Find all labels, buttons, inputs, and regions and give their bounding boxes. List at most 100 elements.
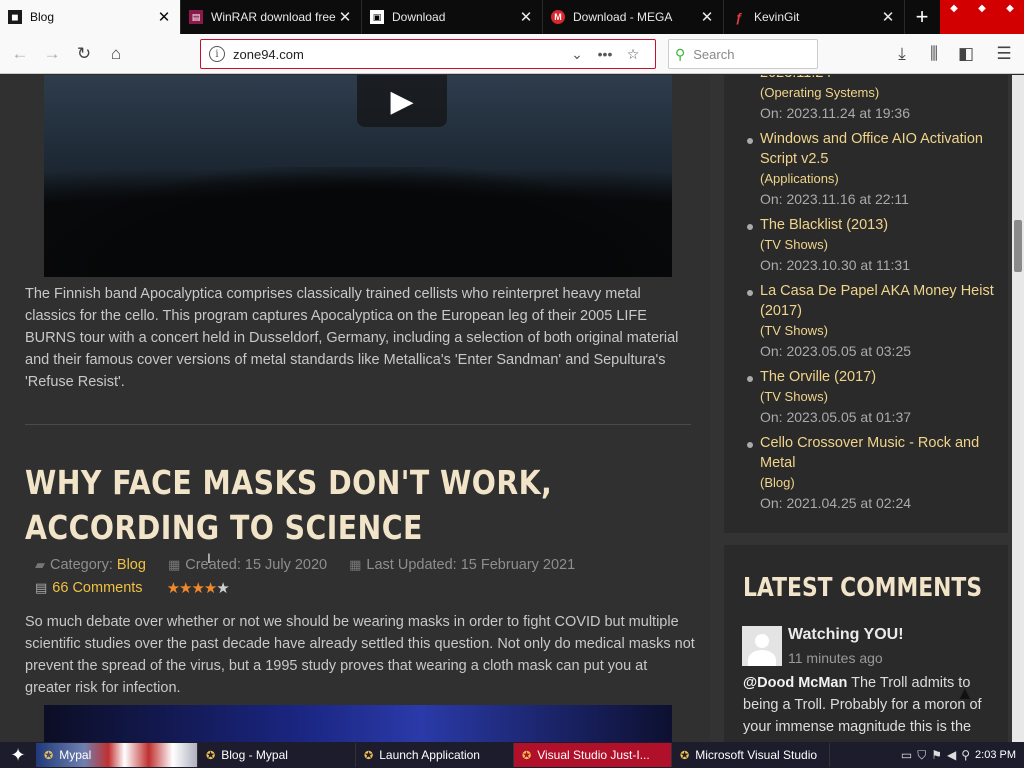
recent-post-item: 2023.11.24(Operating Systems) On: 2023.11… <box>747 75 997 123</box>
start-button[interactable]: ✦ <box>0 742 36 768</box>
new-tab-button[interactable]: + <box>905 0 939 34</box>
updated-date: Last Updated: 15 February 2021 <box>366 557 576 573</box>
tab-winrar[interactable]: ▤ WinRAR download free and ✕ <box>181 0 362 34</box>
comment-text: @Dood McMan The Troll admits to being a … <box>743 672 993 738</box>
close-window-icon[interactable]: ◆ <box>1006 3 1014 14</box>
keyboard-icon[interactable]: ▭ <box>901 748 912 762</box>
library-icon[interactable]: ⫼ <box>922 42 946 66</box>
recent-post-category[interactable]: (Blog) <box>760 473 997 493</box>
article-title[interactable]: Why face masks don't work, according to … <box>25 460 696 550</box>
search-icon[interactable]: ⚲ <box>961 748 970 762</box>
tab-mega[interactable]: M Download - MEGA ✕ <box>543 0 724 34</box>
taskbar-label: Blog - Mypal <box>221 748 288 762</box>
recent-post-category[interactable]: (TV Shows) <box>760 235 997 255</box>
article-meta-2: ▤ 66 Comments ★★★★★ <box>35 579 230 597</box>
vs-icon: ✪ <box>522 749 532 762</box>
tab-label: WinRAR download free and <box>211 10 337 24</box>
recent-post-date: On: 2023.11.24 at 19:36 <box>760 105 910 121</box>
taskbar-label: Launch Application <box>379 748 480 762</box>
taskbar-label: Mypal <box>59 748 92 762</box>
recent-post-category[interactable]: (Operating Systems) <box>760 83 997 103</box>
close-icon[interactable]: ✕ <box>156 8 172 26</box>
reload-icon[interactable]: ↻ <box>72 42 96 66</box>
tab-kevingit[interactable]: ƒ KevinGit ✕ <box>724 0 905 34</box>
network-icon[interactable]: ⚑ <box>931 748 942 762</box>
taskbar-item-mypal[interactable]: ✪ Mypal <box>36 743 198 767</box>
search-placeholder: Search <box>693 46 735 62</box>
site-info-icon[interactable]: i <box>209 46 225 62</box>
clock: 2:03 PM <box>975 749 1016 761</box>
close-icon[interactable]: ✕ <box>699 8 715 26</box>
star-icon[interactable]: ★ <box>179 580 192 597</box>
recent-post-date: On: 2021.04.25 at 02:24 <box>760 495 912 511</box>
star-icon[interactable]: ★ <box>191 580 204 597</box>
recent-post-title[interactable]: La Casa De Papel AKA Money Heist (2017) <box>760 281 997 321</box>
recent-post-title[interactable]: The Orville (2017) <box>760 367 997 387</box>
sidebar-toggle-icon[interactable]: ◧ <box>954 42 978 66</box>
taskbar-item-vs[interactable]: ✪ Microsoft Visual Studio <box>672 743 830 767</box>
minimize-icon[interactable]: ◆ <box>950 3 958 14</box>
recent-post-category[interactable]: (TV Shows) <box>760 387 997 407</box>
recent-posts-list: 2023.11.24(Operating Systems) On: 2023.11… <box>747 75 997 519</box>
shield-icon[interactable]: ⛉ <box>917 748 926 763</box>
star-rating[interactable]: ★★★★★ <box>167 579 230 597</box>
recent-post-category[interactable]: (TV Shows) <box>760 321 997 341</box>
recent-post-date: On: 2023.05.05 at 01:37 <box>760 409 912 425</box>
menu-icon[interactable]: ☰ <box>992 42 1016 66</box>
comments-link[interactable]: 66 Comments <box>52 580 142 596</box>
play-icon[interactable]: ▶ <box>357 75 447 127</box>
system-tray: ▭ ⛉ ⚑ ◀ ⚲ 2:03 PM <box>901 748 1024 763</box>
recent-post-title[interactable]: 2023.11.24 <box>760 75 997 83</box>
intro-paragraph: The Finnish band Apocalyptica comprises … <box>25 286 679 390</box>
tab-label: Blog <box>30 10 55 24</box>
taskbar-item-launch[interactable]: ✪ Launch Application <box>356 743 514 767</box>
downloads-icon[interactable]: ⤓ <box>890 42 914 66</box>
tab-label: KevinGit <box>754 10 800 24</box>
star-icon[interactable]: ★ <box>216 580 229 597</box>
recent-post-item: La Casa De Papel AKA Money Heist (2017)(… <box>747 281 997 361</box>
back-to-top-icon[interactable]: ▲ <box>956 683 974 704</box>
search-input[interactable]: ⚲ Search <box>668 39 818 69</box>
close-icon[interactable]: ✕ <box>337 8 353 26</box>
window-controls: ◆ ◆ ◆ <box>940 0 1024 34</box>
comment-mention[interactable]: @Dood McMan <box>743 675 847 691</box>
scrollbar-thumb[interactable] <box>1014 220 1022 272</box>
recent-post-date: On: 2023.11.16 at 22:11 <box>760 191 909 207</box>
mypal-icon: ✪ <box>206 749 216 762</box>
maximize-icon[interactable]: ◆ <box>978 3 986 14</box>
app-icon: ✪ <box>364 749 374 762</box>
page-actions-icon[interactable]: ••• <box>591 46 619 62</box>
category-label: Category: <box>50 557 113 573</box>
url-text[interactable]: zone94.com <box>233 47 563 62</box>
taskbar: ✦ ✪ Mypal ✪ Blog - Mypal ✪ Launch Applic… <box>0 742 1024 768</box>
bookmark-star-icon[interactable]: ☆ <box>619 46 647 63</box>
category-link[interactable]: Blog <box>117 557 146 573</box>
back-arrow-icon[interactable]: ← <box>8 42 32 66</box>
close-icon[interactable]: ✕ <box>518 8 534 26</box>
star-icon[interactable]: ★ <box>167 580 180 597</box>
article-meta: ▰ Category: Blog ▦ Created: 15 July 2020… <box>35 557 575 573</box>
calendar-icon: ▦ <box>349 557 362 572</box>
home-icon[interactable]: ⌂ <box>104 42 128 66</box>
forward-arrow-icon[interactable]: → <box>40 42 64 66</box>
tab-download[interactable]: ▣ Download ✕ <box>362 0 543 34</box>
star-icon[interactable]: ★ <box>204 580 217 597</box>
recent-post-category[interactable]: (Applications) <box>760 169 997 189</box>
volume-icon[interactable]: ◀ <box>947 748 956 762</box>
tab-blog[interactable]: ◼ Blog ✕ <box>0 0 181 34</box>
taskbar-item-vs-jit[interactable]: ✪ Visual Studio Just-I... <box>514 743 672 767</box>
recent-post-title[interactable]: Cello Crossover Music - Rock and Metal <box>760 433 997 473</box>
address-bar[interactable]: i zone94.com ⌄ ••• ☆ <box>200 39 656 69</box>
chevron-down-icon[interactable]: ⌄ <box>563 46 591 63</box>
comment-author[interactable]: Watching YOU! <box>788 626 904 644</box>
close-icon[interactable]: ✕ <box>880 8 896 26</box>
concert-video[interactable]: ▶ <box>44 75 672 277</box>
page-scrollbar[interactable] <box>1012 75 1024 742</box>
page-viewport: ▶ The Finnish band Apocalyptica comprise… <box>0 75 1012 742</box>
mypal-icon: ✪ <box>44 749 54 762</box>
recent-post-title[interactable]: Windows and Office AIO Activation Script… <box>760 129 997 169</box>
taskbar-item-blog[interactable]: ✪ Blog - Mypal <box>198 743 356 767</box>
recent-post-title[interactable]: The Blacklist (2013) <box>760 215 997 235</box>
search-icon: ⚲ <box>675 45 686 62</box>
divider <box>25 424 691 425</box>
